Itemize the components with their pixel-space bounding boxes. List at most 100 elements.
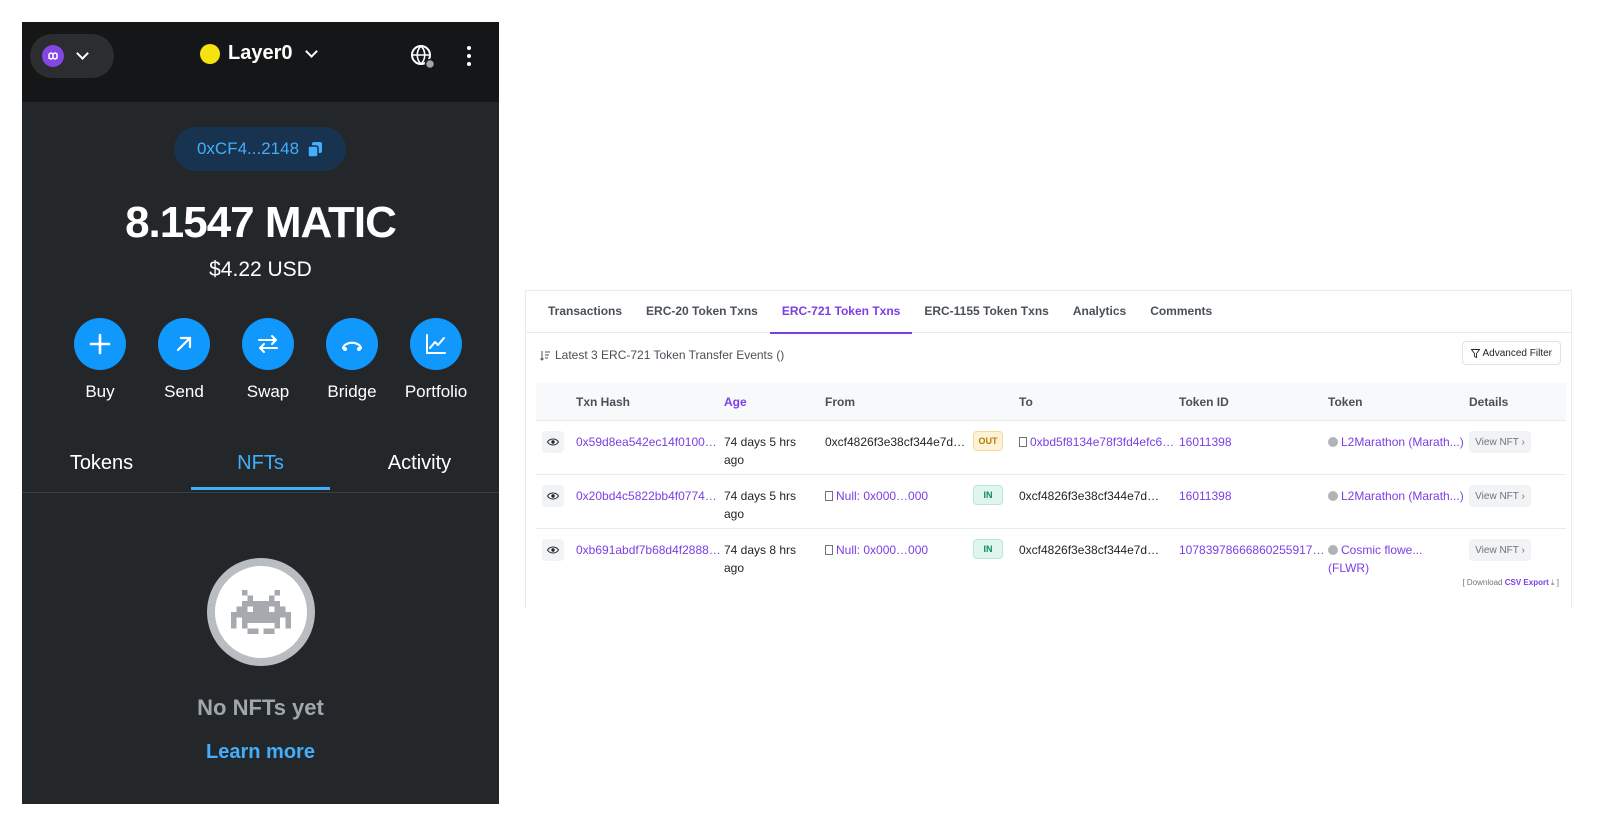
tabs-divider: [22, 492, 499, 493]
age-line-1: 74 days 8 hrs: [724, 543, 797, 557]
send-button[interactable]: Send: [142, 318, 226, 402]
token-icon: [1328, 437, 1338, 447]
download-icon: ⤓: [1550, 578, 1555, 587]
explorer-tabs: Transactions ERC-20 Token Txns ERC-721 T…: [526, 291, 1573, 334]
filter-icon: [1470, 348, 1480, 358]
col-age[interactable]: Age: [724, 395, 747, 409]
arrow-up-right-icon: [158, 318, 210, 370]
download-suffix: ]: [1556, 578, 1559, 587]
col-token: Token: [1328, 395, 1363, 409]
token-link[interactable]: L2Marathon (Marath...): [1328, 487, 1464, 505]
account-address: 0xCF4...2148: [196, 139, 300, 158]
csv-download: [ Download CSV Export ⤓ ]: [1462, 578, 1559, 588]
txn-hash-link[interactable]: 0x59d8ea542ec14f0100…: [576, 433, 717, 451]
balance-fiat: $4.22 USD: [209, 258, 312, 281]
from-address: 0xcf4826f3e38cf344e7d…: [825, 435, 966, 449]
from-address-link[interactable]: Null: 0x000…000: [825, 541, 928, 559]
portfolio-button[interactable]: Portfolio: [394, 318, 478, 402]
account-selector[interactable]: Layer0: [200, 42, 318, 65]
wallet-actions: Buy Send Swap Bridge Portfolio: [58, 318, 478, 402]
eye-icon[interactable]: [542, 539, 564, 561]
nft-placeholder-icon: [207, 558, 315, 666]
to-address-link[interactable]: 0xbd5f8134e78f3fd4efc6…: [1019, 433, 1174, 451]
wallet-tabs: Tokens NFTs Activity: [22, 442, 499, 492]
bridge-label: Bridge: [327, 382, 377, 401]
account-address-button[interactable]: 0xCF4...2148: [174, 127, 346, 171]
tab-tokens[interactable]: Tokens: [22, 442, 181, 492]
age-line-2: ago: [724, 561, 745, 575]
tab-transactions[interactable]: Transactions: [536, 291, 634, 333]
explorer-panel: Transactions ERC-20 Token Txns ERC-721 T…: [525, 290, 1573, 608]
connected-sites-icon[interactable]: [410, 44, 436, 70]
view-nft-button[interactable]: View NFT ›: [1469, 431, 1531, 453]
account-avatar: [200, 43, 220, 64]
txn-hash-link[interactable]: 0x20bd4c5822bb4f0774…: [576, 487, 717, 505]
table-row: 0x20bd4c5822bb4f0774… 74 days 5 hrs ago N…: [536, 475, 1566, 529]
swap-button[interactable]: Swap: [226, 318, 310, 402]
age-line-1: 74 days 5 hrs: [724, 435, 797, 449]
learn-more-link[interactable]: Learn more: [22, 741, 499, 764]
buy-button[interactable]: Buy: [58, 318, 142, 402]
token-id-link[interactable]: 10783978666860255917…: [1179, 541, 1324, 559]
empty-state-title: No NFTs yet: [197, 695, 324, 720]
token-name: L2Marathon (Marath...): [1341, 435, 1464, 449]
sort-icon: [540, 350, 550, 361]
copy-icon: [307, 141, 323, 158]
polygon-icon: [42, 45, 64, 67]
tab-erc20[interactable]: ERC-20 Token Txns: [634, 291, 770, 333]
wallet-header: Layer0: [22, 22, 499, 102]
bridge-button[interactable]: Bridge: [310, 318, 394, 402]
token-id-link[interactable]: 16011398: [1179, 487, 1232, 505]
csv-export-link[interactable]: CSV Export: [1505, 578, 1549, 587]
age-value: 74 days 5 hrs ago: [724, 487, 796, 523]
token-name: L2Marathon (Marath...): [1341, 489, 1464, 503]
contract-icon: [825, 491, 833, 501]
token-link[interactable]: Cosmic flowe... (FLWR): [1328, 541, 1422, 577]
contract-icon: [1019, 437, 1027, 447]
from-address-link[interactable]: Null: 0x000…000: [825, 487, 928, 505]
download-prefix: [ Download: [1462, 578, 1503, 587]
direction-badge: IN: [973, 539, 1003, 559]
table-header: Txn Hash Age From To Token ID Token Deta…: [536, 383, 1566, 421]
tab-nfts[interactable]: NFTs: [181, 442, 340, 492]
transfer-summary: Latest 3 ERC-721 Token Transfer Events (…: [540, 348, 784, 362]
direction-badge: OUT: [973, 431, 1003, 451]
tab-comments[interactable]: Comments: [1138, 291, 1224, 333]
token-id-link[interactable]: 16011398: [1179, 433, 1232, 451]
swap-label: Swap: [246, 382, 290, 401]
token-icon: [1328, 491, 1338, 501]
swap-arrows-icon: [242, 318, 294, 370]
txn-hash-link[interactable]: 0xb691abdf7b68d4f2888…: [576, 541, 721, 559]
age-line-2: ago: [724, 507, 745, 521]
chevron-down-icon: [304, 44, 318, 58]
plus-icon: [74, 318, 126, 370]
view-nft-button[interactable]: View NFT ›: [1469, 485, 1531, 507]
more-options-icon[interactable]: [466, 46, 472, 66]
tab-analytics[interactable]: Analytics: [1061, 291, 1138, 333]
from-address-text: Null: 0x000…000: [836, 543, 929, 557]
eye-icon[interactable]: [542, 431, 564, 453]
eye-icon[interactable]: [542, 485, 564, 507]
tab-activity[interactable]: Activity: [340, 442, 499, 492]
bridge-icon: [326, 318, 378, 370]
table-row: 0xb691abdf7b68d4f2888… 74 days 8 hrs ago …: [536, 529, 1566, 583]
tab-erc721[interactable]: ERC-721 Token Txns: [769, 291, 913, 334]
advanced-filter-button[interactable]: Advanced Filter: [1461, 341, 1561, 365]
summary-text: Latest 3 ERC-721 Token Transfer Events (…: [555, 348, 785, 362]
contract-icon: [825, 545, 833, 555]
balance-amount: 8.1547 MATIC: [125, 198, 397, 247]
direction-badge: IN: [973, 485, 1003, 505]
chart-icon: [410, 318, 462, 370]
to-address: 0xcf4826f3e38cf344e7d…: [1019, 543, 1160, 557]
account-name: Layer0: [228, 42, 293, 64]
advanced-filter-label: Advanced Filter: [1482, 347, 1552, 359]
tab-erc1155[interactable]: ERC-1155 Token Txns: [912, 291, 1061, 333]
age-value: 74 days 5 hrs ago: [724, 433, 796, 469]
buy-label: Buy: [85, 382, 115, 401]
view-nft-button[interactable]: View NFT ›: [1469, 539, 1531, 561]
token-link[interactable]: L2Marathon (Marath...): [1328, 433, 1464, 451]
from-address-text: Null: 0x000…000: [836, 489, 929, 503]
network-selector[interactable]: [30, 34, 114, 78]
token-symbol: (FLWR): [1328, 561, 1370, 575]
col-from: From: [825, 395, 855, 409]
